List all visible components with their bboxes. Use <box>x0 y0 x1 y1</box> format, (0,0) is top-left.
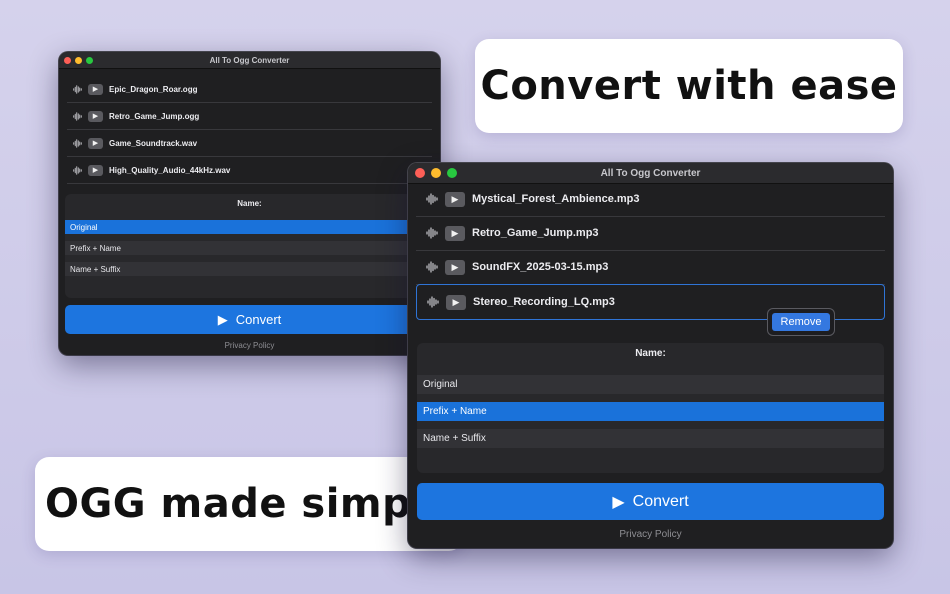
waveform-icon <box>73 138 82 148</box>
play-icon[interactable]: ▶ <box>445 225 465 241</box>
title-bar: All To Ogg Converter <box>408 163 893 184</box>
window-title: All To Ogg Converter <box>600 167 701 179</box>
name-header: Name: <box>635 348 666 359</box>
convert-button[interactable]: ▶ Convert <box>417 483 884 520</box>
play-icon: ▶ <box>612 493 625 511</box>
option-original[interactable]: Original <box>417 375 884 394</box>
title-bar: All To Ogg Converter <box>59 52 440 69</box>
converter-window-front: All To Ogg Converter ▶ Mystical_Forest_A… <box>408 163 893 548</box>
file-row[interactable]: ▶ Retro_Game_Jump.ogg <box>67 103 432 130</box>
option-original[interactable]: Original <box>65 220 434 234</box>
play-icon[interactable]: ▶ <box>88 137 103 149</box>
option-prefix-name[interactable]: Prefix + Name <box>65 241 434 255</box>
file-name: Game_Soundtrack.wav <box>109 138 198 148</box>
play-icon[interactable]: ▶ <box>88 164 103 176</box>
waveform-icon <box>426 193 438 205</box>
file-row[interactable]: ▶ High_Quality_Audio_44kHz.wav <box>67 157 432 184</box>
play-icon[interactable]: ▶ <box>445 259 465 275</box>
file-row[interactable]: ▶ Mystical_Forest_Ambience.mp3 <box>416 182 885 217</box>
waveform-icon <box>427 296 439 308</box>
option-name-suffix[interactable]: Name + Suffix <box>417 429 884 448</box>
convert-label: Convert <box>632 492 689 510</box>
play-icon[interactable]: ▶ <box>446 294 466 310</box>
convert-label: Convert <box>235 312 282 327</box>
play-icon: ▶ <box>217 311 228 327</box>
file-name: Epic_Dragon_Roar.ogg <box>109 84 198 94</box>
minimize-window-dot[interactable] <box>431 168 441 178</box>
close-window-dot[interactable] <box>415 168 425 178</box>
file-name: Retro_Game_Jump.ogg <box>109 111 200 121</box>
remove-context-menu: Remove <box>768 309 834 335</box>
file-row[interactable]: ▶ Game_Soundtrack.wav <box>67 130 432 157</box>
option-name-suffix[interactable]: Name + Suffix <box>65 262 434 276</box>
name-header: Name: <box>237 199 262 208</box>
converter-window-back: All To Ogg Converter ▶ Epic_Dragon_Roar.… <box>59 52 440 355</box>
file-name: Stereo_Recording_LQ.mp3 <box>473 296 615 308</box>
waveform-icon <box>426 227 438 239</box>
zoom-window-dot[interactable] <box>447 168 457 178</box>
file-name: High_Quality_Audio_44kHz.wav <box>109 165 231 175</box>
play-icon[interactable]: ▶ <box>88 83 103 95</box>
play-icon[interactable]: ▶ <box>88 110 103 122</box>
callout-convert-with-ease: Convert with ease <box>475 39 903 133</box>
callout-ogg-made-simple: OGG made simple <box>35 457 463 551</box>
waveform-icon <box>426 261 438 273</box>
file-row[interactable]: ▶ Epic_Dragon_Roar.ogg <box>67 76 432 103</box>
convert-button[interactable]: ▶ Convert <box>65 305 434 334</box>
privacy-policy-link[interactable]: Privacy Policy <box>408 529 893 540</box>
file-name: SoundFX_2025-03-15.mp3 <box>472 261 609 273</box>
waveform-icon <box>73 84 82 94</box>
naming-options-panel: Name: Original Prefix + Name Name + Suff… <box>65 194 434 298</box>
file-row[interactable]: ▶ Retro_Game_Jump.mp3 <box>416 216 885 251</box>
file-name: Mystical_Forest_Ambience.mp3 <box>472 193 640 205</box>
minimize-window-dot[interactable] <box>75 56 82 64</box>
window-title: All To Ogg Converter <box>209 55 290 65</box>
waveform-icon <box>73 165 82 175</box>
naming-options-panel: Name: Original Prefix + Name Name + Suff… <box>417 343 884 473</box>
file-row[interactable]: ▶ SoundFX_2025-03-15.mp3 <box>416 250 885 285</box>
file-name: Retro_Game_Jump.mp3 <box>472 227 599 239</box>
play-icon[interactable]: ▶ <box>445 191 465 207</box>
close-window-dot[interactable] <box>64 56 71 64</box>
waveform-icon <box>73 111 82 121</box>
zoom-window-dot[interactable] <box>86 56 93 64</box>
privacy-policy-link[interactable]: Privacy Policy <box>59 341 440 350</box>
remove-menu-item[interactable]: Remove <box>771 313 831 331</box>
option-prefix-name[interactable]: Prefix + Name <box>417 402 884 421</box>
